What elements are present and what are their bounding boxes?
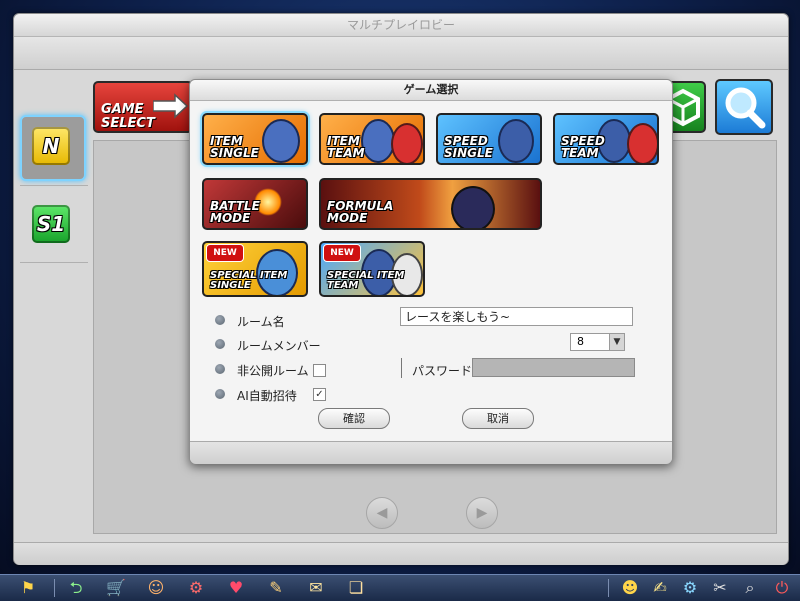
new-badge: NEW bbox=[323, 244, 361, 262]
mode-speed-single[interactable]: SPEED SINGLE bbox=[436, 113, 542, 165]
tools-icon[interactable]: ✂ bbox=[710, 578, 730, 598]
room-name-input[interactable] bbox=[400, 307, 633, 326]
kart-icon[interactable]: ⚙ bbox=[186, 578, 206, 598]
ai-invite-label: AI自動招待 bbox=[237, 389, 297, 403]
mode-label: SPEED TEAM bbox=[561, 134, 605, 160]
lobby-toolbar bbox=[14, 37, 788, 70]
password-divider bbox=[401, 358, 402, 378]
bullet-icon bbox=[215, 364, 225, 374]
bullet-icon bbox=[215, 315, 225, 325]
channel-n-badge[interactable]: N bbox=[32, 127, 70, 165]
new-badge: NEW bbox=[206, 244, 244, 262]
taskbar: ⚑ ⮌ 🛒 ☺ ⚙ ♥ ✎ ✉ ❏ ☻ ✍ ⚙ ✂ ⌕ ⏻ bbox=[0, 574, 800, 601]
note-icon[interactable]: ✍ bbox=[650, 578, 670, 598]
kart-art bbox=[451, 186, 495, 228]
mode-label: SPECIAL ITEM TEAM bbox=[327, 270, 405, 291]
private-room-label: 非公開ルーム bbox=[237, 364, 309, 378]
chevron-down-icon[interactable]: ▼ bbox=[609, 334, 624, 350]
mode-special-item-single[interactable]: NEW SPECIAL ITEM SINGLE bbox=[202, 241, 308, 297]
prev-page-button[interactable]: ◀ bbox=[366, 497, 398, 529]
back-icon[interactable]: ⮌ bbox=[66, 578, 86, 598]
private-room-checkbox[interactable] bbox=[313, 364, 326, 377]
lobby-bottom-bar bbox=[14, 542, 788, 565]
mode-item-single[interactable]: ITEM SINGLE bbox=[202, 113, 308, 165]
room-member-value: 8 bbox=[577, 335, 584, 348]
search-button[interactable] bbox=[715, 79, 773, 135]
gear-icon[interactable]: ⚙ bbox=[680, 578, 700, 598]
bullet-icon bbox=[215, 389, 225, 399]
wrench-icon[interactable]: ✎ bbox=[266, 578, 286, 598]
room-name-label: ルーム名 bbox=[237, 315, 285, 329]
mode-label: FORMULA MODE bbox=[327, 199, 394, 225]
face-icon[interactable]: ☻ bbox=[620, 578, 640, 598]
side-separator bbox=[20, 185, 88, 186]
arrow-right-icon bbox=[153, 93, 189, 119]
dialog-footer bbox=[190, 441, 672, 464]
bullet-icon bbox=[215, 339, 225, 349]
mode-formula[interactable]: FORMULA MODE bbox=[319, 178, 542, 230]
dialog-title: ゲーム選択 bbox=[190, 80, 672, 101]
game-select-button[interactable]: GAME SELECT bbox=[93, 81, 193, 133]
mode-label: ITEM TEAM bbox=[327, 134, 365, 160]
room-member-select[interactable]: 8 ▼ bbox=[570, 333, 625, 351]
power-icon[interactable]: ⏻ bbox=[772, 578, 792, 598]
mode-battle[interactable]: BATTLE MODE bbox=[202, 178, 308, 230]
flag-icon[interactable]: ⚑ bbox=[18, 578, 38, 598]
mode-label: SPECIAL ITEM SINGLE bbox=[210, 270, 288, 291]
mode-special-item-team[interactable]: NEW SPECIAL ITEM TEAM bbox=[319, 241, 425, 297]
password-label: パスワード bbox=[412, 364, 473, 378]
room-member-label: ルームメンバー bbox=[237, 339, 321, 353]
mode-label: SPEED SINGLE bbox=[444, 134, 493, 160]
ai-invite-checkbox[interactable]: ✓ bbox=[313, 388, 326, 401]
book-icon[interactable]: ❏ bbox=[346, 578, 366, 598]
channel-s1-badge[interactable]: S1 bbox=[32, 205, 70, 243]
cancel-button[interactable]: 取消 bbox=[462, 408, 534, 429]
confirm-button[interactable]: 確認 bbox=[318, 408, 390, 429]
game-select-label: GAME SELECT bbox=[101, 102, 155, 131]
lobby-title: マルチプレイロビー bbox=[14, 14, 788, 37]
side-separator bbox=[20, 262, 88, 263]
mode-speed-team[interactable]: SPEED TEAM bbox=[553, 113, 659, 165]
cart-icon[interactable]: 🛒 bbox=[106, 578, 126, 598]
search-icon[interactable]: ⌕ bbox=[740, 578, 760, 598]
game-select-dialog: ゲーム選択 ITEM SINGLE ITEM TEAM SPEED SINGLE… bbox=[189, 79, 673, 464]
character-icon[interactable]: ☺ bbox=[146, 578, 166, 598]
mode-item-team[interactable]: ITEM TEAM bbox=[319, 113, 425, 165]
mode-label: BATTLE MODE bbox=[210, 199, 260, 225]
magnifier-icon bbox=[725, 87, 766, 129]
taskbar-separator bbox=[54, 579, 55, 597]
taskbar-separator bbox=[608, 579, 609, 597]
mode-label: ITEM SINGLE bbox=[210, 134, 259, 160]
heart-icon[interactable]: ♥ bbox=[226, 578, 246, 598]
password-input[interactable] bbox=[472, 358, 635, 377]
scroll-icon[interactable]: ✉ bbox=[306, 578, 326, 598]
next-page-button[interactable]: ▶ bbox=[466, 497, 498, 529]
